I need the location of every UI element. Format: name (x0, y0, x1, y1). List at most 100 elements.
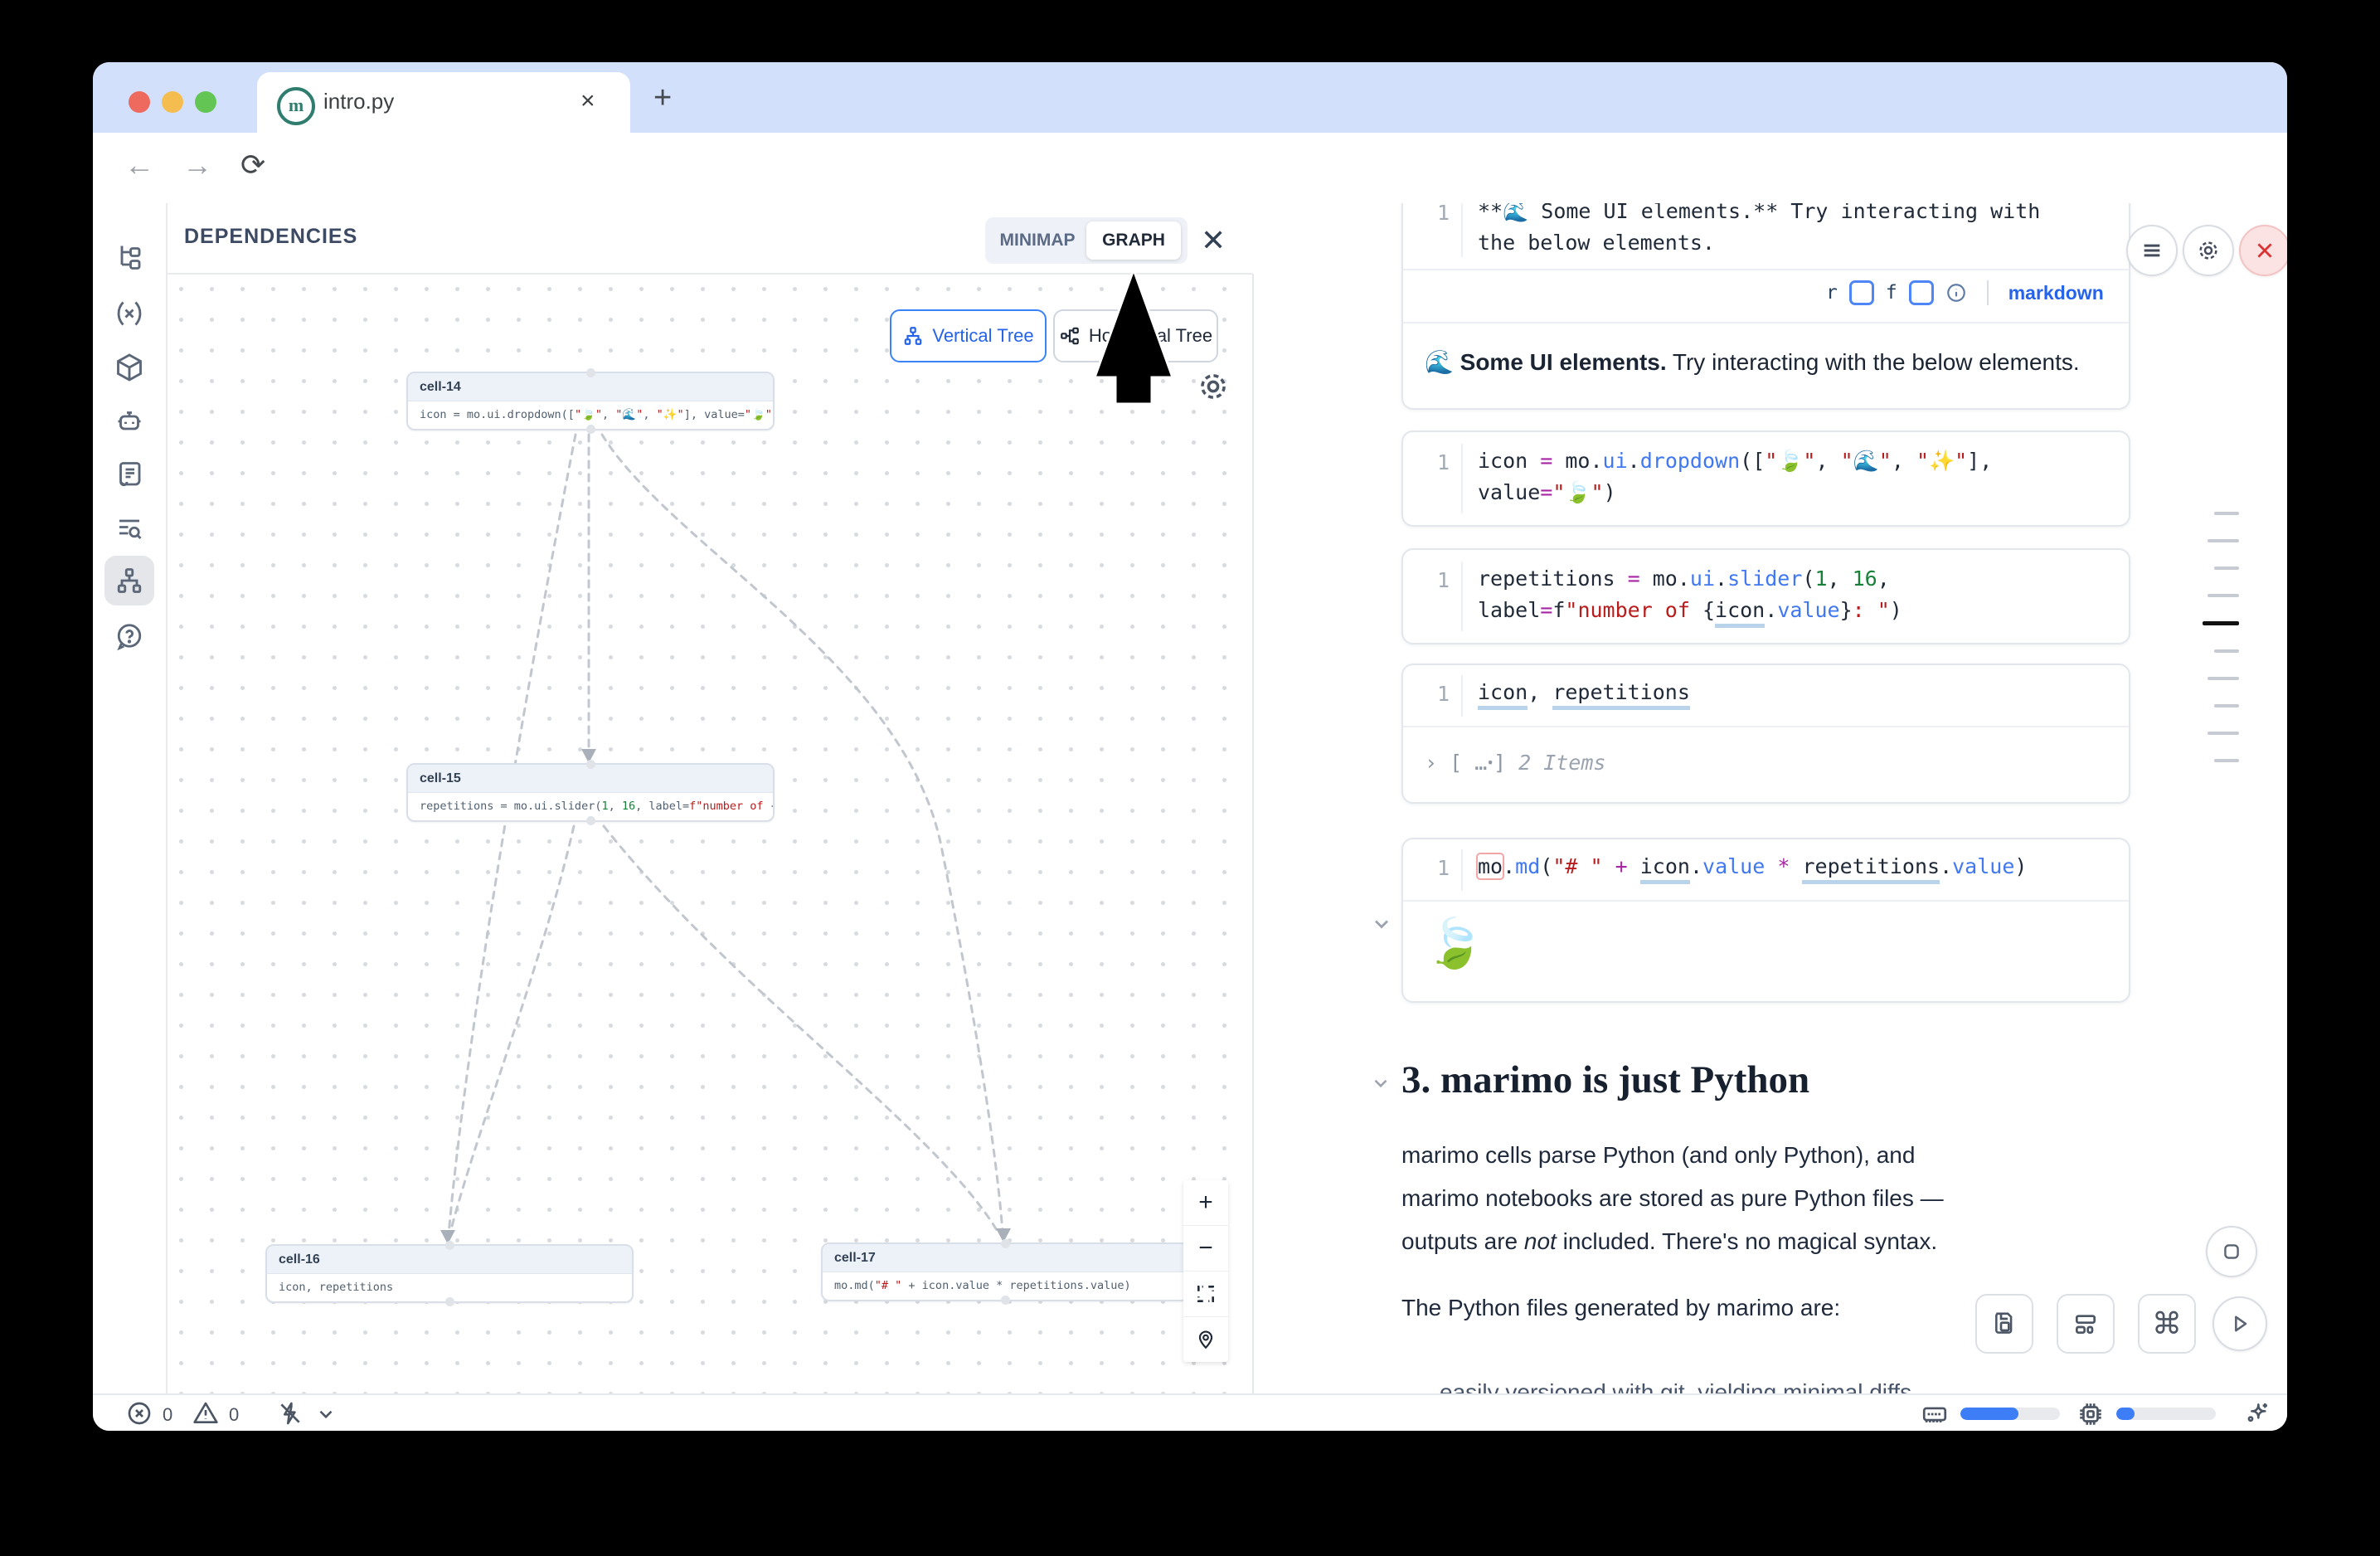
sidebar-item-dependencies[interactable] (104, 556, 154, 605)
notebook-settings-button[interactable] (2183, 225, 2234, 276)
fit-view-button[interactable] (1183, 1272, 1228, 1317)
new-tab-icon[interactable]: + (653, 80, 672, 116)
info-icon[interactable] (1945, 282, 1967, 304)
window-close-button[interactable] (129, 91, 150, 113)
sidebar-item-snippets[interactable] (104, 503, 154, 553)
browser-tabstrip: m intro.py × + (93, 62, 2287, 133)
layout-toggle-button[interactable] (2057, 1294, 2115, 1354)
code-line[interactable]: mo.md("# " + icon.value * repetitions.va… (1478, 854, 2027, 878)
refs-code-cell[interactable]: 1 icon, repetitions › [ …ꞏ] 2 Items (1401, 664, 2130, 804)
code-line[interactable]: icon, repetitions (1478, 680, 1690, 704)
minimap-line (2208, 539, 2239, 542)
window-zoom-button[interactable] (195, 91, 216, 113)
code-line[interactable]: the below elements. (1478, 231, 1715, 255)
sidebar-item-variables[interactable] (104, 289, 154, 338)
language-label[interactable]: markdown (2008, 282, 2104, 304)
autorun-chevron-icon[interactable] (315, 1403, 337, 1425)
cpu-icon (2076, 1400, 2105, 1428)
memory-bar-fill (1960, 1408, 2018, 1420)
keyboard-shortcuts-button[interactable]: ⌘ (2138, 1294, 2196, 1354)
interrupt-button[interactable] (2206, 1226, 2257, 1277)
notebook-menu-button[interactable] (2126, 225, 2178, 276)
line-number: 1 (1403, 450, 1450, 474)
forward-icon[interactable]: → (182, 148, 212, 182)
vertical-tree-button[interactable]: Vertical Tree (890, 309, 1047, 362)
tab-title: intro.py (323, 89, 394, 114)
tab-minimap[interactable]: MINIMAP (992, 221, 1083, 260)
tab-graph[interactable]: GRAPH (1086, 221, 1181, 260)
fullscreen-icon (1195, 1283, 1217, 1305)
slider-code-cell[interactable]: 1 repetitions = mo.ui.slider(1, 16, labe… (1401, 548, 2130, 644)
sidebar-item-file-tree[interactable] (104, 232, 154, 282)
run-button[interactable] (2212, 1296, 2267, 1351)
memory-indicator[interactable] (1921, 1400, 1949, 1428)
fstring-toggle-checkbox[interactable] (1909, 280, 1934, 305)
reload-icon[interactable]: ⟳ (240, 148, 265, 182)
md-concat-cell[interactable]: 1 mo.md("# " + icon.value * repetitions.… (1401, 838, 2130, 1003)
autorun-disabled-indicator[interactable] (277, 1400, 304, 1427)
tab-close-icon[interactable]: × (580, 87, 595, 115)
location-pin-icon (1195, 1329, 1217, 1350)
line-number: 1 (1403, 568, 1450, 592)
center-node-button[interactable] (1183, 1317, 1228, 1362)
error-circle-icon (126, 1400, 153, 1427)
section-collapse-chevron-icon[interactable] (1370, 1072, 1392, 1094)
memory-bar (1960, 1408, 2060, 1420)
graph-node-cell-14[interactable]: cell-14 icon = mo.ui.dropdown(["🍃", "🌊",… (406, 372, 775, 430)
section-paragraph-clipped: easily versioned with git, yielding mini… (1440, 1371, 2020, 1393)
dependency-graph-canvas[interactable]: Vertical Tree Horizontal Tree cell-14 (166, 274, 1254, 1393)
close-x-icon (2254, 240, 2276, 261)
sidebar-item-logs[interactable] (104, 450, 154, 499)
zoom-out-button[interactable]: − (1183, 1226, 1228, 1272)
helper-panel-rail (93, 203, 168, 1393)
scroll-minimap[interactable] (2189, 512, 2239, 786)
tree-output-row[interactable]: › [ …ꞏ] 2 Items (1425, 748, 1605, 776)
stop-square-icon (2221, 1241, 2242, 1262)
shutdown-button[interactable] (2239, 225, 2287, 276)
browser-tab[interactable]: m intro.py × (257, 72, 630, 133)
minimap-line (2214, 512, 2239, 515)
window-minimize-button[interactable] (162, 91, 183, 113)
code-line[interactable]: value="🍃") (1478, 480, 1616, 505)
expand-chevron[interactable]: › (1425, 751, 1437, 775)
code-line[interactable]: icon = mo.ui.dropdown(["🍃", "🌊", "✨"], (1478, 449, 1992, 474)
code-line[interactable]: **🌊 Some UI elements.** Try interacting … (1478, 203, 2040, 224)
warning-triangle-icon (192, 1400, 219, 1427)
minimap-line (2214, 566, 2239, 570)
graph-node-cell-17[interactable]: cell-17 mo.md("# " + icon.value * repeti… (821, 1242, 1189, 1301)
view-mode-tabs: MINIMAP GRAPH (985, 217, 1188, 264)
errors-indicator[interactable] (126, 1400, 153, 1427)
notebook-column: 1 **🌊 Some UI elements.** Try interactin… (1370, 203, 2133, 1393)
minimap-line (2214, 759, 2239, 762)
graph-node-cell-15[interactable]: cell-15 repetitions = mo.ui.slider(1, 16… (406, 763, 775, 822)
toolbar-divider (1987, 280, 1989, 305)
cpu-indicator[interactable] (2076, 1400, 2105, 1428)
cell-toolbar: r f markdown (1826, 280, 2104, 305)
markdown-cell[interactable]: 1 **🌊 Some UI elements.** Try interactin… (1401, 203, 2130, 410)
sidebar-item-ai-assistant[interactable] (104, 396, 154, 446)
sparkles-icon (2244, 1400, 2271, 1427)
cursor-arrow (1071, 263, 1204, 412)
vertical-tree-icon (902, 325, 924, 347)
back-icon[interactable]: ← (124, 148, 154, 182)
node-title: cell-16 (267, 1246, 632, 1274)
graph-node-cell-16[interactable]: cell-16 icon, repetitions (265, 1244, 634, 1303)
markdown-output: 🌊 Some UI elements. Try interacting with… (1425, 348, 2080, 376)
save-button[interactable] (1975, 1294, 2033, 1354)
code-line[interactable]: repetitions = mo.ui.slider(1, 16, (1478, 566, 1890, 591)
raw-toggle-checkbox[interactable] (1849, 280, 1874, 305)
sidebar-item-packages[interactable] (104, 343, 154, 392)
node-title: cell-15 (408, 765, 773, 793)
ai-feature-button[interactable] (2244, 1400, 2271, 1427)
warning-count: 0 (229, 1404, 239, 1426)
collapse-chevron-icon[interactable] (1370, 912, 1393, 936)
minimap-line (2214, 704, 2239, 707)
dropdown-code-cell[interactable]: 1 icon = mo.ui.dropdown(["🍃", "🌊", "✨"],… (1401, 430, 2130, 527)
sidebar-item-help[interactable] (104, 612, 154, 662)
warnings-indicator[interactable] (192, 1400, 219, 1427)
zoom-in-button[interactable]: + (1183, 1180, 1228, 1226)
code-line[interactable]: label=f"number of {icon.value}: ") (1478, 598, 1902, 622)
status-bar: 0 0 (93, 1393, 2287, 1431)
line-number: 1 (1403, 203, 1450, 225)
panel-close-icon[interactable]: ✕ (1201, 223, 1226, 258)
